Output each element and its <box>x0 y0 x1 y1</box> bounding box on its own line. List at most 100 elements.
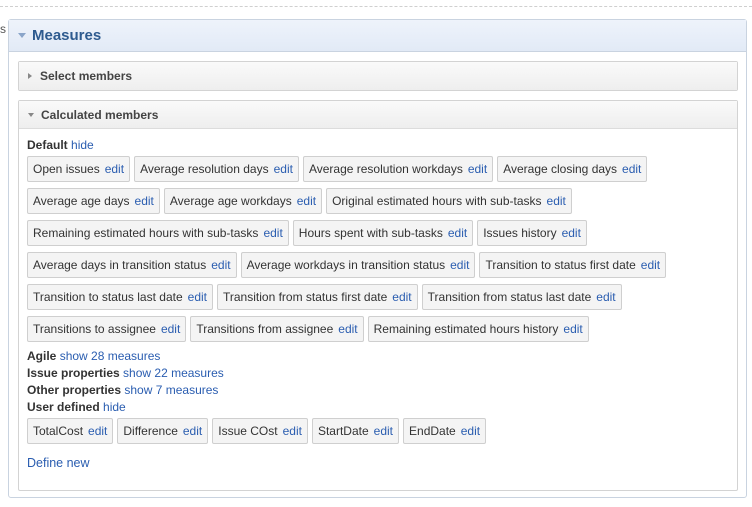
other-properties-group-line: Other properties show 7 measures <box>27 382 737 399</box>
measure-name: Issues history <box>483 226 557 240</box>
collapse-triangle-icon[interactable] <box>28 112 34 117</box>
default-hide-link[interactable]: hide <box>71 138 94 152</box>
edit-measure-link[interactable]: edit <box>450 258 469 272</box>
measure-name: Transition from status last date <box>427 290 592 304</box>
issue-properties-show-link[interactable]: show 22 measures <box>123 366 224 380</box>
edit-measure-link[interactable]: edit <box>392 290 411 304</box>
measures-panel: Measures Select members Calculated membe… <box>8 19 747 498</box>
edit-measure-link[interactable]: edit <box>297 194 316 208</box>
measure-chip: Transition from status last date edit <box>421 284 622 310</box>
user-defined-hide-link[interactable]: hide <box>103 400 126 414</box>
measure-name: Remaining estimated hours history <box>373 322 559 336</box>
measure-name: Average age workdays <box>169 194 292 208</box>
edit-measure-link[interactable]: edit <box>622 162 641 176</box>
measure-chip: Average age workdays edit <box>163 188 323 214</box>
measure-name: Hours spent with sub-tasks <box>298 226 443 240</box>
edit-measure-link[interactable]: edit <box>641 258 660 272</box>
measures-title: Measures <box>32 27 102 44</box>
default-measures-list: Open issues edit Average resolution days ed… <box>27 156 687 348</box>
measure-name: Open issues <box>33 162 100 176</box>
measure-name: Average days in transition status <box>33 258 207 272</box>
measure-chip: Transition from status first date edit <box>217 284 418 310</box>
measure-chip: Average age days edit <box>27 188 160 214</box>
other-properties-show-link[interactable]: show 7 measures <box>124 383 218 397</box>
user-defined-group-label: User defined <box>27 400 100 414</box>
measure-chip: Transitions to assignee edit <box>27 316 187 342</box>
measure-name: Average resolution days <box>140 162 269 176</box>
user-defined-measures-list: TotalCost edit Difference edit Issue COst edi… <box>27 418 687 450</box>
measure-chip: EndDate edit <box>403 418 487 444</box>
default-group-line: Default hide <box>27 137 737 154</box>
left-edge-text: s <box>0 22 6 36</box>
measure-name: Difference <box>123 424 178 438</box>
issue-properties-group-label: Issue properties <box>27 366 120 380</box>
measure-chip: Average resolution workdays edit <box>302 156 494 182</box>
measure-chip: StartDate edit <box>311 418 400 444</box>
edit-measure-link[interactable]: edit <box>274 162 293 176</box>
select-members-header[interactable]: Select members <box>19 62 737 90</box>
measure-name: StartDate <box>317 424 369 438</box>
edit-measure-link[interactable]: edit <box>547 194 566 208</box>
edit-measure-link[interactable]: edit <box>563 322 582 336</box>
select-members-section: Select members <box>18 61 738 91</box>
measure-name: Issue COst <box>218 424 278 438</box>
collapse-triangle-icon[interactable] <box>18 33 26 38</box>
measure-chip: Average closing days edit <box>497 156 648 182</box>
edit-measure-link[interactable]: edit <box>562 226 581 240</box>
measure-chip: Open issues edit <box>27 156 131 182</box>
measure-chip: Issue COst edit <box>212 418 308 444</box>
measure-name: Transitions to assignee <box>33 322 156 336</box>
calculated-members-title: Calculated members <box>41 107 159 122</box>
edit-measure-link[interactable]: edit <box>468 162 487 176</box>
calculated-members-body: Default hide Open issues edit Average reso… <box>19 129 737 472</box>
edit-measure-link[interactable]: edit <box>188 290 207 304</box>
measure-name: TotalCost <box>33 424 84 438</box>
measure-name: Transition to status first date <box>485 258 636 272</box>
edit-measure-link[interactable]: edit <box>374 424 393 438</box>
measure-chip: Original estimated hours with sub-tasks e… <box>326 188 572 214</box>
calculated-members-header[interactable]: Calculated members <box>19 101 737 129</box>
expand-triangle-icon[interactable] <box>28 73 32 79</box>
measure-chip: Remaining estimated hours history edit <box>367 316 589 342</box>
edit-measure-link[interactable]: edit <box>211 258 230 272</box>
define-new-link[interactable]: Define new <box>27 456 90 470</box>
measure-name: Transition to status last date <box>33 290 183 304</box>
measure-chip: Difference edit <box>117 418 209 444</box>
measure-name: Average closing days <box>503 162 618 176</box>
top-divider <box>0 6 752 7</box>
edit-measure-link[interactable]: edit <box>283 424 302 438</box>
select-members-title: Select members <box>40 69 133 83</box>
edit-measure-link[interactable]: edit <box>105 162 124 176</box>
measure-name: Transitions from assignee <box>196 322 334 336</box>
default-group-label: Default <box>27 138 68 152</box>
user-defined-group-line: User defined hide <box>27 399 737 416</box>
measure-chip: Remaining estimated hours with sub-tasks… <box>27 220 289 246</box>
measures-header[interactable]: Measures <box>9 20 746 52</box>
edit-measure-link[interactable]: edit <box>161 322 180 336</box>
measure-name: Average workdays in transition status <box>246 258 446 272</box>
measure-chip: Hours spent with sub-tasks edit <box>292 220 474 246</box>
agile-group-line: Agile show 28 measures <box>27 348 737 365</box>
edit-measure-link[interactable]: edit <box>448 226 467 240</box>
edit-measure-link[interactable]: edit <box>596 290 615 304</box>
measure-chip: TotalCost edit <box>27 418 114 444</box>
edit-measure-link[interactable]: edit <box>135 194 154 208</box>
edit-measure-link[interactable]: edit <box>263 226 282 240</box>
measure-chip: Transitions from assignee edit <box>190 316 364 342</box>
edit-measure-link[interactable]: edit <box>183 424 202 438</box>
measure-chip: Transition to status last date edit <box>27 284 213 310</box>
edit-measure-link[interactable]: edit <box>88 424 107 438</box>
measure-name: Remaining estimated hours with sub-tasks <box>33 226 259 240</box>
other-properties-group-label: Other properties <box>27 383 122 397</box>
agile-show-link[interactable]: show 28 measures <box>60 349 161 363</box>
edit-measure-link[interactable]: edit <box>338 322 357 336</box>
measure-chip: Average workdays in transition status edi… <box>240 252 476 278</box>
issue-properties-group-line: Issue properties show 22 measures <box>27 365 737 382</box>
edit-measure-link[interactable]: edit <box>461 424 480 438</box>
measure-chip: Average resolution days edit <box>134 156 299 182</box>
measure-name: Average resolution workdays <box>308 162 463 176</box>
agile-group-label: Agile <box>27 349 57 363</box>
measure-chip: Average days in transition status edit <box>27 252 237 278</box>
measure-name: EndDate <box>409 424 456 438</box>
measure-chip: Transition to status first date edit <box>479 252 667 278</box>
